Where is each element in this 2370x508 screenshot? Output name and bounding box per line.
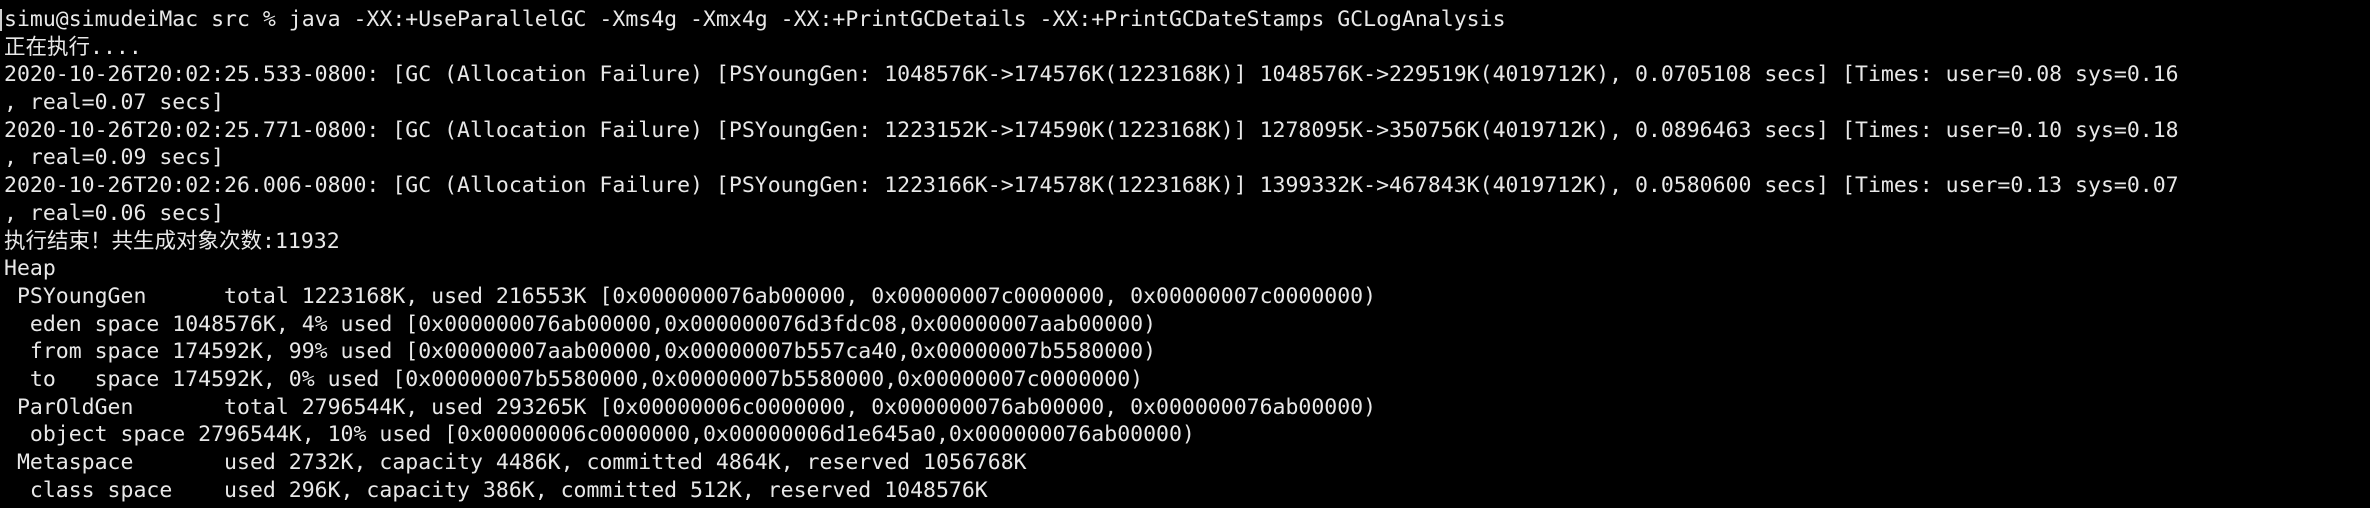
command-text: simu@simudeiMac src % java -XX:+UseParal… <box>4 7 1506 32</box>
heap-to-space: to space 174592K, 0% used [0x00000007b55… <box>4 366 1144 392</box>
gc-log-line: 2020-10-26T20:02:26.006-0800: [GC (Alloc… <box>4 173 2179 199</box>
heap-class-space: class space used 296K, capacity 386K, co… <box>4 477 988 503</box>
heap-object-space: object space 2796544K, 10% used [0x00000… <box>4 422 1195 448</box>
heap-young-gen: PSYoungGen total 1223168K, used 216553K … <box>4 283 1377 309</box>
heap-old-gen: ParOldGen total 2796544K, used 293265K [… <box>4 394 1377 420</box>
gc-log-line-continuation: , real=0.06 secs] <box>4 200 225 226</box>
status-finished-line: 执行结束！共生成对象次数:11932 <box>4 228 340 254</box>
command-line: simu@simudeiMac src % java -XX:+UseParal… <box>0 6 2370 34</box>
heap-header: Heap <box>4 256 56 282</box>
gc-log-line: 2020-10-26T20:02:25.771-0800: [GC (Alloc… <box>4 117 2179 143</box>
gc-log-line-continuation: , real=0.07 secs] <box>4 90 225 116</box>
heap-metaspace: Metaspace used 2732K, capacity 4486K, co… <box>4 450 1027 475</box>
gc-log-line-continuation: , real=0.09 secs] <box>4 145 225 171</box>
heap-from-space: from space 174592K, 99% used [0x00000007… <box>4 339 1157 365</box>
gc-log-line: 2020-10-26T20:02:25.533-0800: [GC (Alloc… <box>4 62 2179 88</box>
heap-eden-space: eden space 1048576K, 4% used [0x00000007… <box>4 311 1157 337</box>
terminal-window[interactable]: simu@simudeiMac src % java -XX:+UseParal… <box>0 0 2370 508</box>
line-marker <box>0 9 2 31</box>
status-running-line: 正在执行.... <box>4 34 142 60</box>
